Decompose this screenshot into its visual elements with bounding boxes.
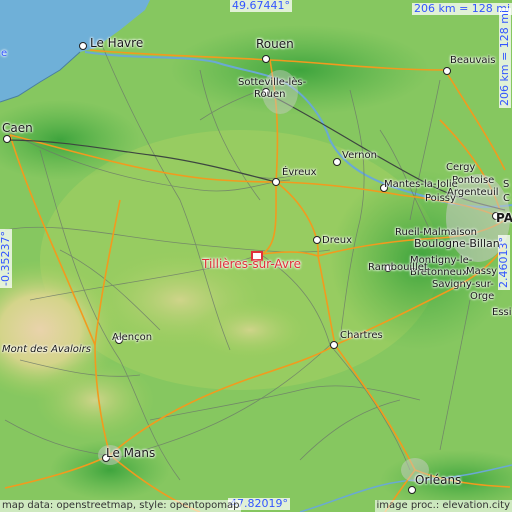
town-marker-evreux bbox=[272, 178, 280, 186]
place-label-orge: Orge bbox=[470, 291, 495, 302]
town-marker-vernon bbox=[333, 158, 341, 166]
coord-left: -0.35237° bbox=[0, 229, 12, 288]
place-label-beauvais: Beauvais bbox=[450, 55, 496, 66]
map-credit: map data: openstreetmap, style: opentopo… bbox=[0, 500, 242, 512]
place-label-partial-c: C bbox=[503, 193, 510, 204]
place-label-le-mans: Le Mans bbox=[106, 446, 156, 460]
place-label-paris: PA bbox=[496, 211, 512, 225]
place-label-dreux: Dreux bbox=[322, 235, 352, 246]
place-label-orleans: Orléans bbox=[415, 473, 462, 487]
place-label-pontoise: Pontoise bbox=[452, 175, 495, 186]
town-marker-dreux bbox=[313, 236, 321, 244]
coord-top: 49.67441° bbox=[230, 0, 292, 12]
town-marker-chartres bbox=[330, 341, 338, 349]
place-label-rouen-2: Rouen bbox=[254, 89, 286, 100]
place-label-sotteville: Sotteville-lès- bbox=[238, 77, 307, 88]
place-label-ess: Essi bbox=[492, 307, 512, 318]
place-label-rambouillet: Rambouillet bbox=[368, 262, 428, 273]
scale-vertical: 206 km = 128 mi bbox=[498, 7, 511, 108]
place-label-vernon: Vernon bbox=[342, 150, 377, 161]
place-label-le-havre: Le Havre bbox=[90, 36, 144, 50]
town-marker-rouen bbox=[262, 55, 270, 63]
place-label-alencon: Alençon bbox=[112, 332, 153, 343]
place-label-boulogne: Boulogne-Billan bbox=[414, 237, 500, 250]
image-credit: image proc.: elevation.city bbox=[374, 500, 512, 512]
place-label-poissy: Poissy bbox=[425, 193, 456, 204]
place-label-cergy: Cergy bbox=[446, 162, 476, 173]
place-label-partial-s: S bbox=[503, 179, 510, 190]
town-marker-le-havre bbox=[79, 42, 87, 50]
place-label-avaloirs: Mont des Avaloirs bbox=[2, 344, 91, 355]
elevation-map[interactable]: 49.67441° 47.82019° -0.35237° 2.46013° 2… bbox=[0, 0, 512, 512]
place-label-massy: Massy bbox=[466, 266, 498, 277]
town-marker-caen bbox=[3, 135, 11, 143]
town-marker-orleans bbox=[408, 486, 416, 494]
place-label-caen: Caen bbox=[2, 121, 33, 135]
place-label-evreux: Évreux bbox=[282, 167, 317, 178]
scale-horizontal: 206 km = 128 mi bbox=[412, 2, 512, 15]
place-label-chartres: Chartres bbox=[340, 330, 383, 341]
place-label-rouen: Rouen bbox=[256, 37, 294, 51]
place-label-partial-e: e bbox=[1, 48, 8, 59]
place-label-savigny: Savigny-sur- bbox=[432, 279, 494, 290]
target-location-label[interactable]: Tillières-sur-Avre bbox=[202, 257, 301, 271]
town-marker-beauvais bbox=[443, 67, 451, 75]
